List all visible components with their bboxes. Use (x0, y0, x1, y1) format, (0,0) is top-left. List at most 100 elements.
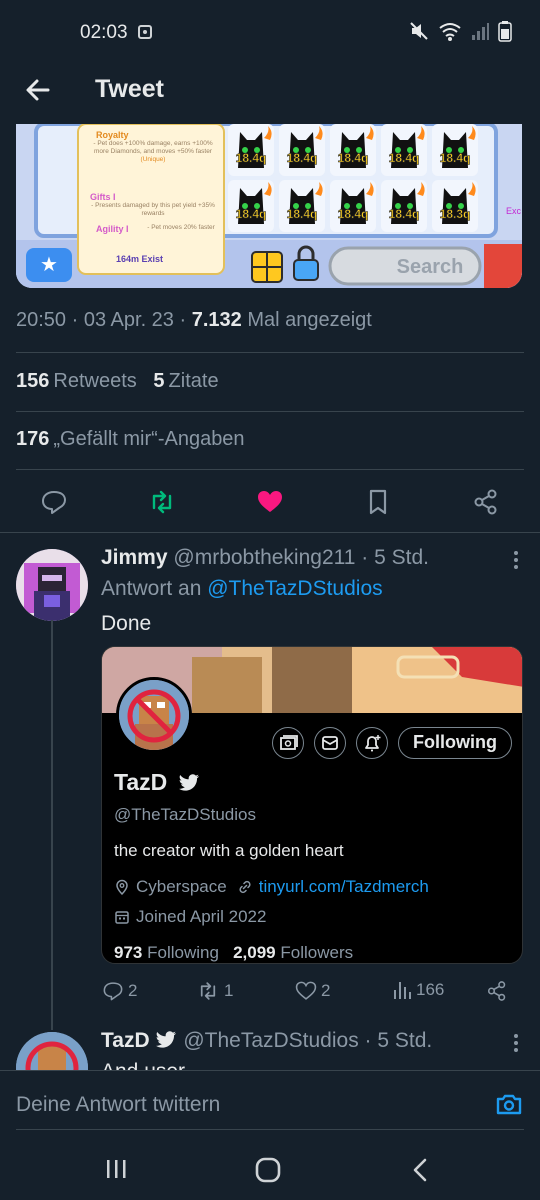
reply-time: 5 Std. (374, 546, 429, 569)
reply-compose-input[interactable]: Deine Antwort twittern (16, 1093, 220, 1117)
message-icon (322, 736, 338, 750)
compose-divider (16, 1129, 524, 1130)
retweet-count: 156 (16, 370, 50, 392)
reply-header: Jimmy @mrbobtheking211 · 5 Std. (101, 546, 429, 569)
status-time: 02:03 (80, 22, 128, 43)
pet-slot: 18.4q (228, 124, 274, 176)
more-options-icon[interactable] (514, 550, 518, 570)
pet-slot: 18.4q (279, 124, 325, 176)
reply-view-count: 166 (416, 980, 445, 999)
reply-media-image[interactable]: Following TazD @TheTazDStudios the creat… (101, 646, 523, 964)
twitter-bird-icon (156, 1031, 177, 1048)
gifts-text: - Presents damaged by this pet yield +35… (91, 202, 215, 217)
card-following-label: Following (147, 943, 219, 962)
next-reply-avatar[interactable] (16, 1032, 88, 1070)
pet-value-label: 18.4q (389, 151, 420, 165)
reply-to-prefix: Antwort an (101, 577, 202, 600)
card-follow-stats: 973 Following 2,099 Followers (114, 943, 353, 963)
reply-author-avatar[interactable] (16, 549, 88, 621)
retweet-stats[interactable]: 156 Retweets 5 Zitate (16, 370, 219, 393)
next-reply-handle[interactable]: @TheTazDStudios (183, 1029, 358, 1052)
battery-icon (498, 21, 512, 42)
royalty-text: - Pet does +100% damage, earns +100% mor… (93, 140, 213, 155)
pet-value-label: 18.4q (389, 207, 420, 221)
share-icon[interactable] (472, 488, 500, 516)
reply-reply-button[interactable]: 2 (102, 980, 137, 1002)
pet-value-label: 18.4q (236, 207, 267, 221)
reply-retweet-count: 1 (224, 981, 234, 1000)
reply-share-button[interactable] (486, 980, 508, 1002)
reply-views-button[interactable]: 166 (392, 980, 444, 1000)
pet-slot: 18.4q (228, 180, 274, 232)
view-label: Mal angezeigt (247, 309, 372, 331)
reply-to-mention[interactable]: @TheTazDStudios (207, 577, 382, 600)
pet-value-label: 18.4q (338, 151, 369, 165)
view-count: 7.132 (191, 309, 242, 331)
gifts-title: Gifts I (90, 192, 116, 202)
bell-plus-icon (365, 735, 381, 752)
status-bar: 02:03 (0, 0, 540, 64)
like-label: „Gefällt mir“-Angaben (53, 428, 245, 450)
share-icon (487, 981, 506, 1001)
back-nav-icon[interactable] (410, 1156, 430, 1184)
twitter-bird-icon (178, 774, 199, 791)
reply-icon (103, 982, 123, 1001)
next-reply-header: TazD @TheTazDStudios · 5 Std. (101, 1029, 433, 1052)
next-reply-name[interactable]: TazD (101, 1029, 150, 1052)
home-icon[interactable] (254, 1156, 282, 1184)
reply-action-bar: 2 1 2 166 (100, 978, 524, 1008)
exist-count: 164m Exist (116, 254, 163, 264)
like-heart-icon[interactable] (256, 488, 284, 516)
reply-retweet-button[interactable]: 1 (196, 980, 233, 1002)
pet-value-label: 18.4q (236, 151, 267, 165)
card-notify-button (356, 727, 388, 759)
tweet-date: 03 Apr. 23 (83, 309, 174, 331)
card-avatar (116, 677, 192, 753)
pet-slot: 18.4q (279, 180, 325, 232)
pet-slot: 18.4q (330, 124, 376, 176)
card-location-row: Cyberspace tinyurl.com/Tazdmerch (114, 877, 429, 897)
card-name-text: TazD (114, 769, 168, 795)
card-joined-row: Joined April 2022 (114, 907, 266, 927)
android-nav-bar (0, 1140, 540, 1200)
next-reply-text: And user (101, 1060, 185, 1070)
gallery-icon (280, 735, 298, 750)
reply-icon[interactable] (40, 488, 68, 516)
game-screenshot: 18.4q 18.4q 18.4q 18.4q 18.4q 18.4q 18.4q 18.4q… (16, 124, 522, 288)
reply-author-handle[interactable]: @mrbobtheking211 (173, 546, 355, 569)
card-profile-name: TazD (114, 769, 200, 796)
thread-line (51, 620, 53, 1030)
calendar-icon (115, 911, 129, 924)
retweet-icon[interactable] (148, 488, 176, 516)
retweet-icon (200, 982, 216, 1000)
views-chart-icon (394, 982, 411, 999)
location-pin-icon (116, 879, 128, 895)
status-icons (408, 20, 512, 42)
next-reply-time: 5 Std. (377, 1029, 433, 1052)
card-followers-count: 2,099 (233, 943, 276, 962)
camera-icon[interactable] (494, 1089, 524, 1119)
svg-text:★: ★ (40, 252, 58, 276)
pet-slot: 18.4q (330, 180, 376, 232)
bookmark-icon[interactable] (364, 488, 392, 516)
tweet-action-bar (0, 480, 540, 524)
divider (16, 411, 524, 412)
pet-slot: 18.4q (381, 180, 427, 232)
quote-label: Zitate (168, 370, 219, 392)
like-stats[interactable]: 176 „Gefällt mir“-Angaben (16, 428, 245, 451)
mute-icon (410, 22, 428, 40)
recent-apps-icon[interactable] (104, 1156, 128, 1182)
divider (0, 532, 540, 533)
more-options-icon[interactable] (514, 1033, 518, 1053)
unique-tag: (Unique) (140, 156, 166, 163)
back-arrow-icon[interactable] (22, 74, 54, 106)
reply-like-button[interactable]: 2 (295, 980, 330, 1002)
game-search-label: Search (397, 256, 464, 278)
card-following-button: Following (398, 727, 512, 759)
reply-author-name[interactable]: Jimmy (101, 546, 168, 569)
tweet-media-image[interactable]: 18.4q 18.4q 18.4q 18.4q 18.4q 18.4q 18.4q 18.4q… (16, 124, 522, 288)
reply-reply-count: 2 (128, 981, 138, 1000)
like-count: 176 (16, 428, 50, 450)
divider (16, 352, 524, 353)
top-bar: Tweet (0, 64, 540, 120)
